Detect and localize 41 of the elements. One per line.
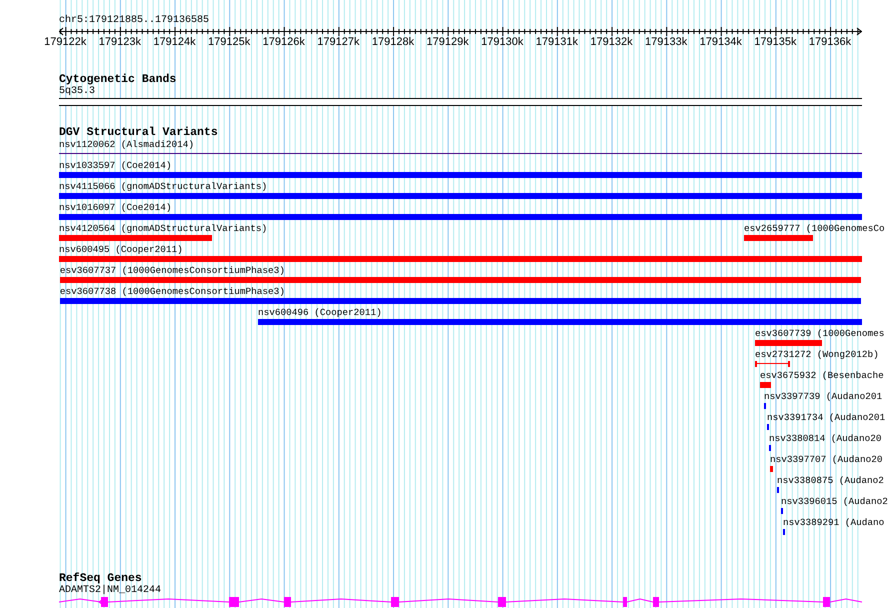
variant-label: esv3675932 (Besenbache [760, 370, 884, 382]
variant-label: nsv3391734 (Audano201 [767, 412, 886, 424]
ruler-tick-label: 179123k [98, 36, 142, 48]
variant-label: nsv600496 (Cooper2011) [258, 307, 382, 319]
variant-label: nsv4115066 (gnomADStructuralVariants) [59, 181, 268, 193]
variant-label: esv2731272 (Wong2012b) [754, 349, 879, 361]
variant-label: nsv600495 (Cooper2011) [59, 244, 183, 256]
ruler-tick-label: 179126k [262, 36, 305, 48]
gene-label: ADAMTS2|NM_014244 [59, 585, 162, 597]
track-title: DGV Structural Variants [59, 126, 219, 139]
ruler-tick-label: 179127k [317, 36, 360, 48]
ruler-tick-label: 179131k [536, 36, 578, 48]
region-title: chr5:179121885..179136585 [59, 15, 210, 27]
ruler-tick-label: 179125k [208, 36, 250, 48]
ruler-tick-label: 179128k [372, 36, 414, 48]
ruler-tick-label: 179129k [426, 36, 469, 48]
ruler-tick-label: 179124k [153, 36, 196, 48]
variant-label: nsv3389291 (Audano [783, 517, 884, 529]
ruler-tick-label: 179132k [590, 36, 633, 48]
ruler-tick-label: 179122k [44, 36, 86, 48]
track-title: Cytogenetic Bands [59, 73, 178, 86]
variant-label: esv3607737 (1000GenomesConsortiumPhase3) [60, 265, 285, 277]
variant-label: nsv1120062 (Alsmadi2014) [59, 139, 194, 151]
variant-label: nsv3397707 (Audano20 [770, 454, 883, 466]
band-label: 5q35.3 [59, 86, 96, 98]
ruler-tick-label: 179136k [808, 36, 852, 48]
variant-label: nsv3396015 (Audano2 [780, 496, 888, 508]
variant-label: nsv1033597 (Coe2014) [59, 160, 172, 172]
variant-label: esv2659777 (1000GenomesCo [744, 223, 885, 235]
variant-label: nsv4120564 (gnomADStructuralVariants) [59, 223, 268, 235]
ruler-tick-label: 179130k [481, 36, 524, 48]
variant-label: nsv3380875 (Audano2 [777, 475, 884, 487]
variant-label: nsv3397739 (Audano201 [764, 391, 882, 403]
variant-label: nsv1016097 (Coe2014) [59, 202, 172, 214]
ruler-tick-label: 179133k [645, 36, 688, 48]
track-title: RefSeq Genes [59, 572, 142, 585]
variant-label: esv3607739 (1000Genomes [754, 328, 884, 340]
ruler-tick-label: 179135k [754, 36, 797, 48]
ruler-tick-label: 179134k [700, 36, 742, 48]
variant-label: esv3607738 (1000GenomesConsortiumPhase3) [60, 286, 285, 298]
variant-label: nsv3380814 (Audano20 [768, 433, 882, 445]
